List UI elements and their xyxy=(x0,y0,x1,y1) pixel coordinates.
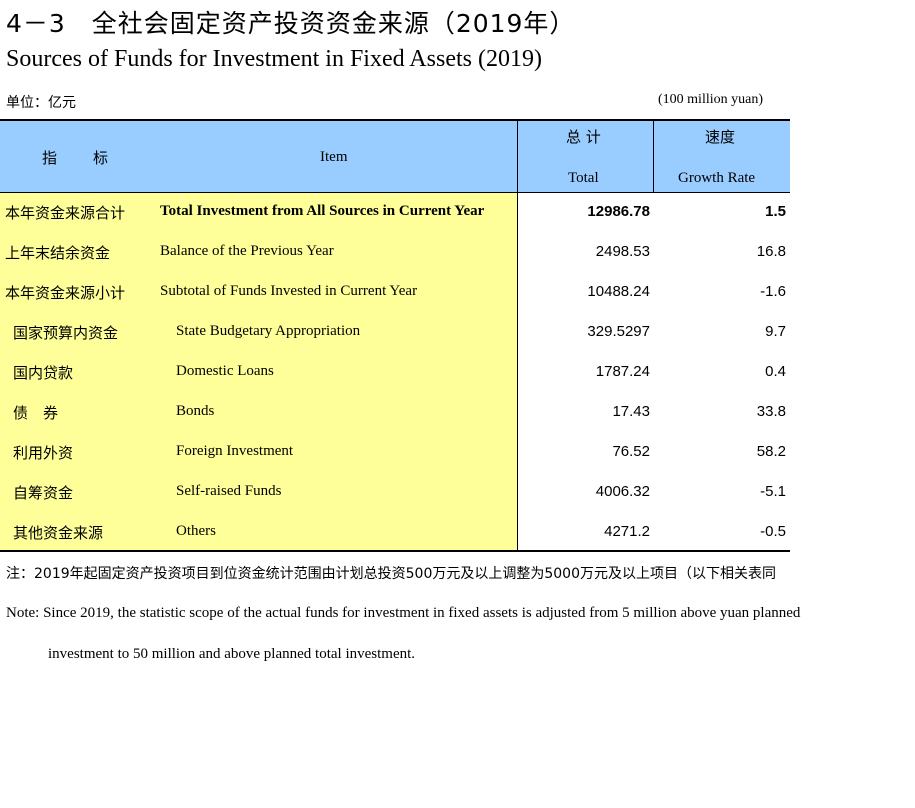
unit-label-cn: 单位：亿元 xyxy=(6,95,76,111)
row-total-value: 4271.2 xyxy=(604,523,650,540)
page-title-en: Sources of Funds for Investment in Fixed… xyxy=(6,46,542,72)
row-label-en: Foreign Investment xyxy=(176,443,294,459)
table-row: 国内贷款 Domestic Loans 1787.24 0.4 xyxy=(0,353,790,393)
row-label-en: Domestic Loans xyxy=(176,363,274,379)
table-bottom-border xyxy=(0,550,790,552)
row-total-value: 12986.78 xyxy=(587,203,650,220)
row-total-value: 4006.32 xyxy=(595,483,650,500)
table-row: 债 券 Bonds 17.43 33.8 xyxy=(0,393,790,433)
row-label-cn: 上年末结余资金 xyxy=(5,244,111,262)
row-growth-value: 58.2 xyxy=(756,443,786,460)
row-growth-value: 33.8 xyxy=(756,403,786,420)
row-label-en: Subtotal of Funds Invested in Current Ye… xyxy=(160,283,418,299)
row-growth-value: 9.7 xyxy=(765,323,786,340)
row-total-value: 1787.24 xyxy=(595,363,650,380)
row-growth-value: 16.8 xyxy=(756,243,786,260)
table-row: 本年资金来源合计 Total Investment from All Source… xyxy=(0,193,790,233)
row-label-cn: 利用外资 xyxy=(13,444,74,462)
row-growth-value: 1.5 xyxy=(765,203,786,220)
row-growth-value: -1.6 xyxy=(760,283,786,300)
row-label-en: State Budgetary Appropriation xyxy=(176,323,361,339)
table-row: 本年资金来源小计 Subtotal of Funds Invested in Cu… xyxy=(0,273,790,313)
funds-table: 指 标 Item 总 计 Total 速度 Growth Rate 本年资金来源… xyxy=(0,119,790,552)
row-label-cn: 国家预算内资金 xyxy=(13,324,119,342)
row-label-cn: 本年资金来源合计 xyxy=(5,204,126,222)
row-label-en: Self-raised Funds xyxy=(176,483,282,499)
row-label-cn: 本年资金来源小计 xyxy=(5,284,126,302)
row-label-en: Balance of the Previous Year xyxy=(160,243,334,259)
page-title-cn: 4－3 全社会固定资产投资资金来源（2019年） xyxy=(6,9,576,38)
header-growth-en: Growth Rate xyxy=(678,170,756,186)
row-growth-value: 0.4 xyxy=(765,363,786,380)
header-total-en: Total xyxy=(568,170,599,186)
row-label-cn: 其他资金来源 xyxy=(13,524,104,542)
header-total-cn: 总 计 xyxy=(566,128,601,146)
note-en-line1: Note: Since 2019, the statistic scope of… xyxy=(6,605,801,621)
table-row: 利用外资 Foreign Investment 76.52 58.2 xyxy=(0,433,790,473)
row-total-value: 2498.53 xyxy=(595,243,650,260)
header-divider xyxy=(653,119,654,193)
row-total-value: 329.5297 xyxy=(587,323,650,340)
row-label-en: Total Investment from All Sources in Cur… xyxy=(160,203,485,219)
table-row: 自筹资金 Self-raised Funds 4006.32 -5.1 xyxy=(0,473,790,513)
row-growth-value: -0.5 xyxy=(760,523,786,540)
header-item-en: Item xyxy=(320,149,348,165)
header-indicator-cn: 指 标 xyxy=(42,149,111,167)
row-total-value: 17.43 xyxy=(612,403,650,420)
row-label-cn: 国内贷款 xyxy=(13,364,74,382)
row-total-value: 76.52 xyxy=(612,443,650,460)
header-growth-cn: 速度 xyxy=(705,128,736,146)
table-header: 指 标 Item 总 计 Total 速度 Growth Rate xyxy=(0,119,790,193)
table-row: 其他资金来源 Others 4271.2 -0.5 xyxy=(0,513,790,553)
row-growth-value: -5.1 xyxy=(760,483,786,500)
row-label-cn: 债 券 xyxy=(13,404,59,422)
row-label-en: Bonds xyxy=(176,403,215,419)
table-row: 国家预算内资金 State Budgetary Appropriation 329.… xyxy=(0,313,790,353)
row-total-value: 10488.24 xyxy=(587,283,650,300)
table-row: 上年末结余资金 Balance of the Previous Year 2498.… xyxy=(0,233,790,273)
note-cn: 注：2019年起固定资产投资项目到位资金统计范围由计划总投资500万元及以上调整… xyxy=(6,566,776,582)
unit-label-en: (100 million yuan) xyxy=(658,92,763,107)
note-en-line2: investment to 50 million and above plann… xyxy=(48,646,416,662)
row-label-en: Others xyxy=(176,523,216,539)
row-label-cn: 自筹资金 xyxy=(13,484,74,502)
